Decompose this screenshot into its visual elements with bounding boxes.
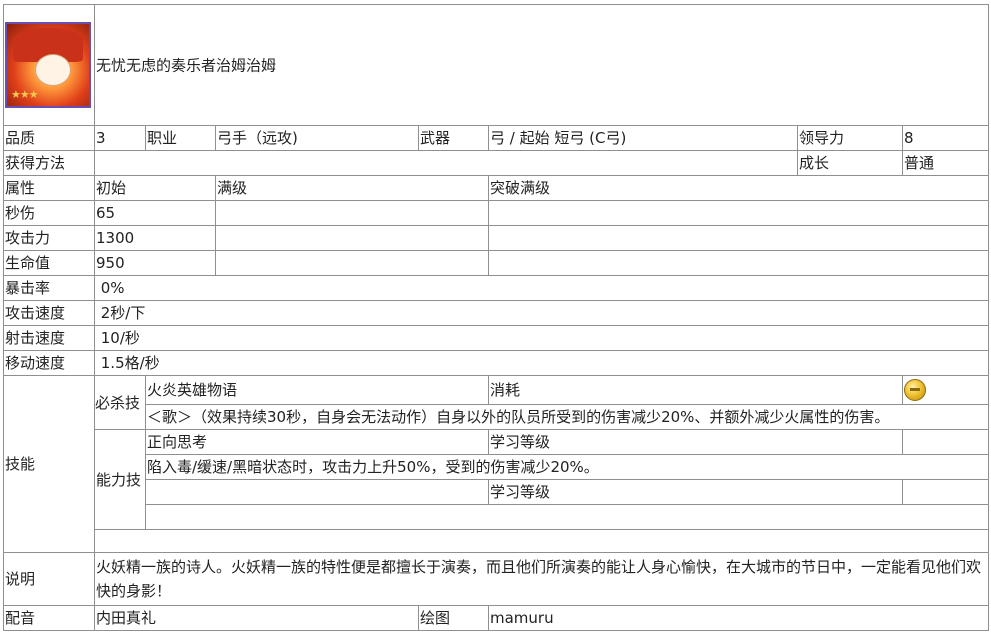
portrait-face [35, 54, 71, 86]
class-value: 弓手（远攻) [215, 125, 419, 151]
ability2-desc-row [4, 504, 990, 530]
obtain-value [94, 150, 798, 176]
ability-learn-label: 学习等级 [488, 429, 903, 455]
simple-stat-value: 1.5格/秒 [93, 350, 990, 376]
ability-learn-value [901, 429, 990, 455]
stat-row-hp: 生命值 950 [3, 250, 990, 276]
ultimate-cost-cell [901, 375, 990, 405]
initial-label: 初始 [94, 175, 216, 201]
simple-stat-label: 攻击速度 [3, 300, 95, 326]
art-value: mamuru [487, 605, 990, 631]
class-label: 职业 [145, 125, 216, 151]
simple-stat-label: 射击速度 [3, 325, 95, 351]
max-label: 满级 [215, 175, 489, 201]
growth-value: 普通 [901, 150, 990, 176]
quality-row: 品质 3 职业 弓手（远攻) 武器 弓 / 起始 短弓 (C弓) 领导力 8 [3, 125, 990, 151]
crit-row: 暴击率 0% [3, 275, 990, 301]
stat-label: 秒伤 [3, 200, 95, 226]
stat-max [215, 250, 489, 276]
stat-max [215, 200, 489, 226]
skill-ability-row: 能力技 正向思考 学习等级 [4, 429, 990, 530]
ability2-learn-value [901, 479, 990, 505]
stat-max [215, 225, 489, 251]
stat-break [487, 250, 990, 276]
ability2-learn-label: 学习等级 [488, 479, 903, 505]
ability-skill-name: 正向思考 [145, 429, 489, 455]
voice-value: 内田真礼 [94, 605, 419, 631]
stat-initial: 65 [94, 200, 216, 226]
character-name: 无忧无虑的奏乐者治姆治姆 [96, 56, 277, 75]
stat-label: 攻击力 [3, 225, 95, 251]
ability2-skill-description [144, 504, 990, 530]
art-label: 绘图 [418, 605, 489, 631]
simple-stat-value: 2秒/下 [93, 300, 990, 326]
skill-ultimate-row: 技能 必杀技 火炎英雄物语 消耗 [3, 375, 990, 553]
skills-gap-row [4, 529, 990, 553]
quality-label: 品质 [3, 125, 95, 151]
simple-stat-label: 移动速度 [3, 350, 95, 376]
attack-speed-row: 攻击速度 2秒/下 [3, 300, 990, 326]
ultimate-label: 必杀技 [94, 375, 146, 430]
obtain-row: 获得方法 成长 普通 [3, 150, 990, 176]
move-speed-row: 移动速度 1.5格/秒 [3, 350, 990, 376]
credits-row: 配音 内田真礼 绘图 mamuru [3, 605, 990, 631]
character-portrait: ★★★ [5, 22, 91, 108]
weapon-label: 武器 [418, 125, 489, 151]
rarity-stars: ★★★ [11, 88, 39, 101]
quality-value: 3 [94, 125, 146, 151]
portrait-cell: ★★★ [3, 4, 95, 126]
simple-stat-value: 0% [93, 275, 990, 301]
character-info-table: ★★★ 无忧无虑的奏乐者治姆治姆 品质 3 职业 弓手（远攻) 武器 弓 / 起… [3, 4, 990, 631]
ultimate-skill-name: 火炎英雄物语 [145, 375, 489, 405]
stat-break [487, 225, 990, 251]
ultimate-cost-label: 消耗 [488, 375, 903, 405]
stat-row-dps: 秒伤 65 [3, 200, 990, 226]
description-row: 说明 火妖精一族的诗人。火妖精一族的特性便是都擅长于演奏，而且他们所演奏的能让人… [3, 552, 990, 606]
ultimate-desc-row: ＜歌＞（效果持续30秒，自身会无法动作）自身以外的队员所受到的伤害减少20%、并… [4, 404, 990, 430]
stat-row-attack: 攻击力 1300 [3, 225, 990, 251]
ability-label: 能力技 [94, 429, 146, 530]
title-cell: 无忧无虑的奏乐者治姆治姆 [93, 4, 990, 126]
stat-break [487, 200, 990, 226]
attr-label: 属性 [3, 175, 95, 201]
leadership-value: 8 [901, 125, 990, 151]
stats-header-row: 属性 初始 满级 突破满级 [3, 175, 990, 201]
leadership-label: 领导力 [797, 125, 903, 151]
ultimate-skill-description: ＜歌＞（效果持续30秒，自身会无法动作）自身以外的队员所受到的伤害减少20%、并… [144, 404, 990, 430]
weapon-value: 弓 / 起始 短弓 (C弓) [488, 125, 798, 151]
gold-coin-icon [904, 379, 926, 401]
skills-section-label: 技能 [3, 375, 95, 553]
voice-label: 配音 [3, 605, 95, 631]
ability-desc-row: 陷入毒/缓速/黑暗状态时，攻击力上升50%，受到的伤害减少20%。 [4, 454, 990, 480]
growth-label: 成长 [797, 150, 903, 176]
ability2-row: 学习等级 [4, 479, 990, 505]
description-text: 火妖精一族的诗人。火妖精一族的特性便是都擅长于演奏，而且他们所演奏的能让人身心愉… [93, 552, 990, 606]
stat-initial: 950 [94, 250, 216, 276]
break-label: 突破满级 [487, 175, 990, 201]
ability2-skill-name [145, 479, 489, 505]
character-page: ★★★ 无忧无虑的奏乐者治姆治姆 品质 3 职业 弓手（远攻) 武器 弓 / 起… [0, 0, 991, 633]
header-row: ★★★ 无忧无虑的奏乐者治姆治姆 [3, 4, 990, 126]
description-label: 说明 [3, 552, 95, 606]
stat-initial: 1300 [94, 225, 216, 251]
simple-stat-label: 暴击率 [3, 275, 95, 301]
shoot-speed-row: 射击速度 10/秒 [3, 325, 990, 351]
stat-label: 生命值 [3, 250, 95, 276]
ability-skill-description: 陷入毒/缓速/黑暗状态时，攻击力上升50%，受到的伤害减少20%。 [144, 454, 990, 480]
simple-stat-value: 10/秒 [93, 325, 990, 351]
skills-gap [93, 529, 990, 553]
obtain-label: 获得方法 [3, 150, 95, 176]
